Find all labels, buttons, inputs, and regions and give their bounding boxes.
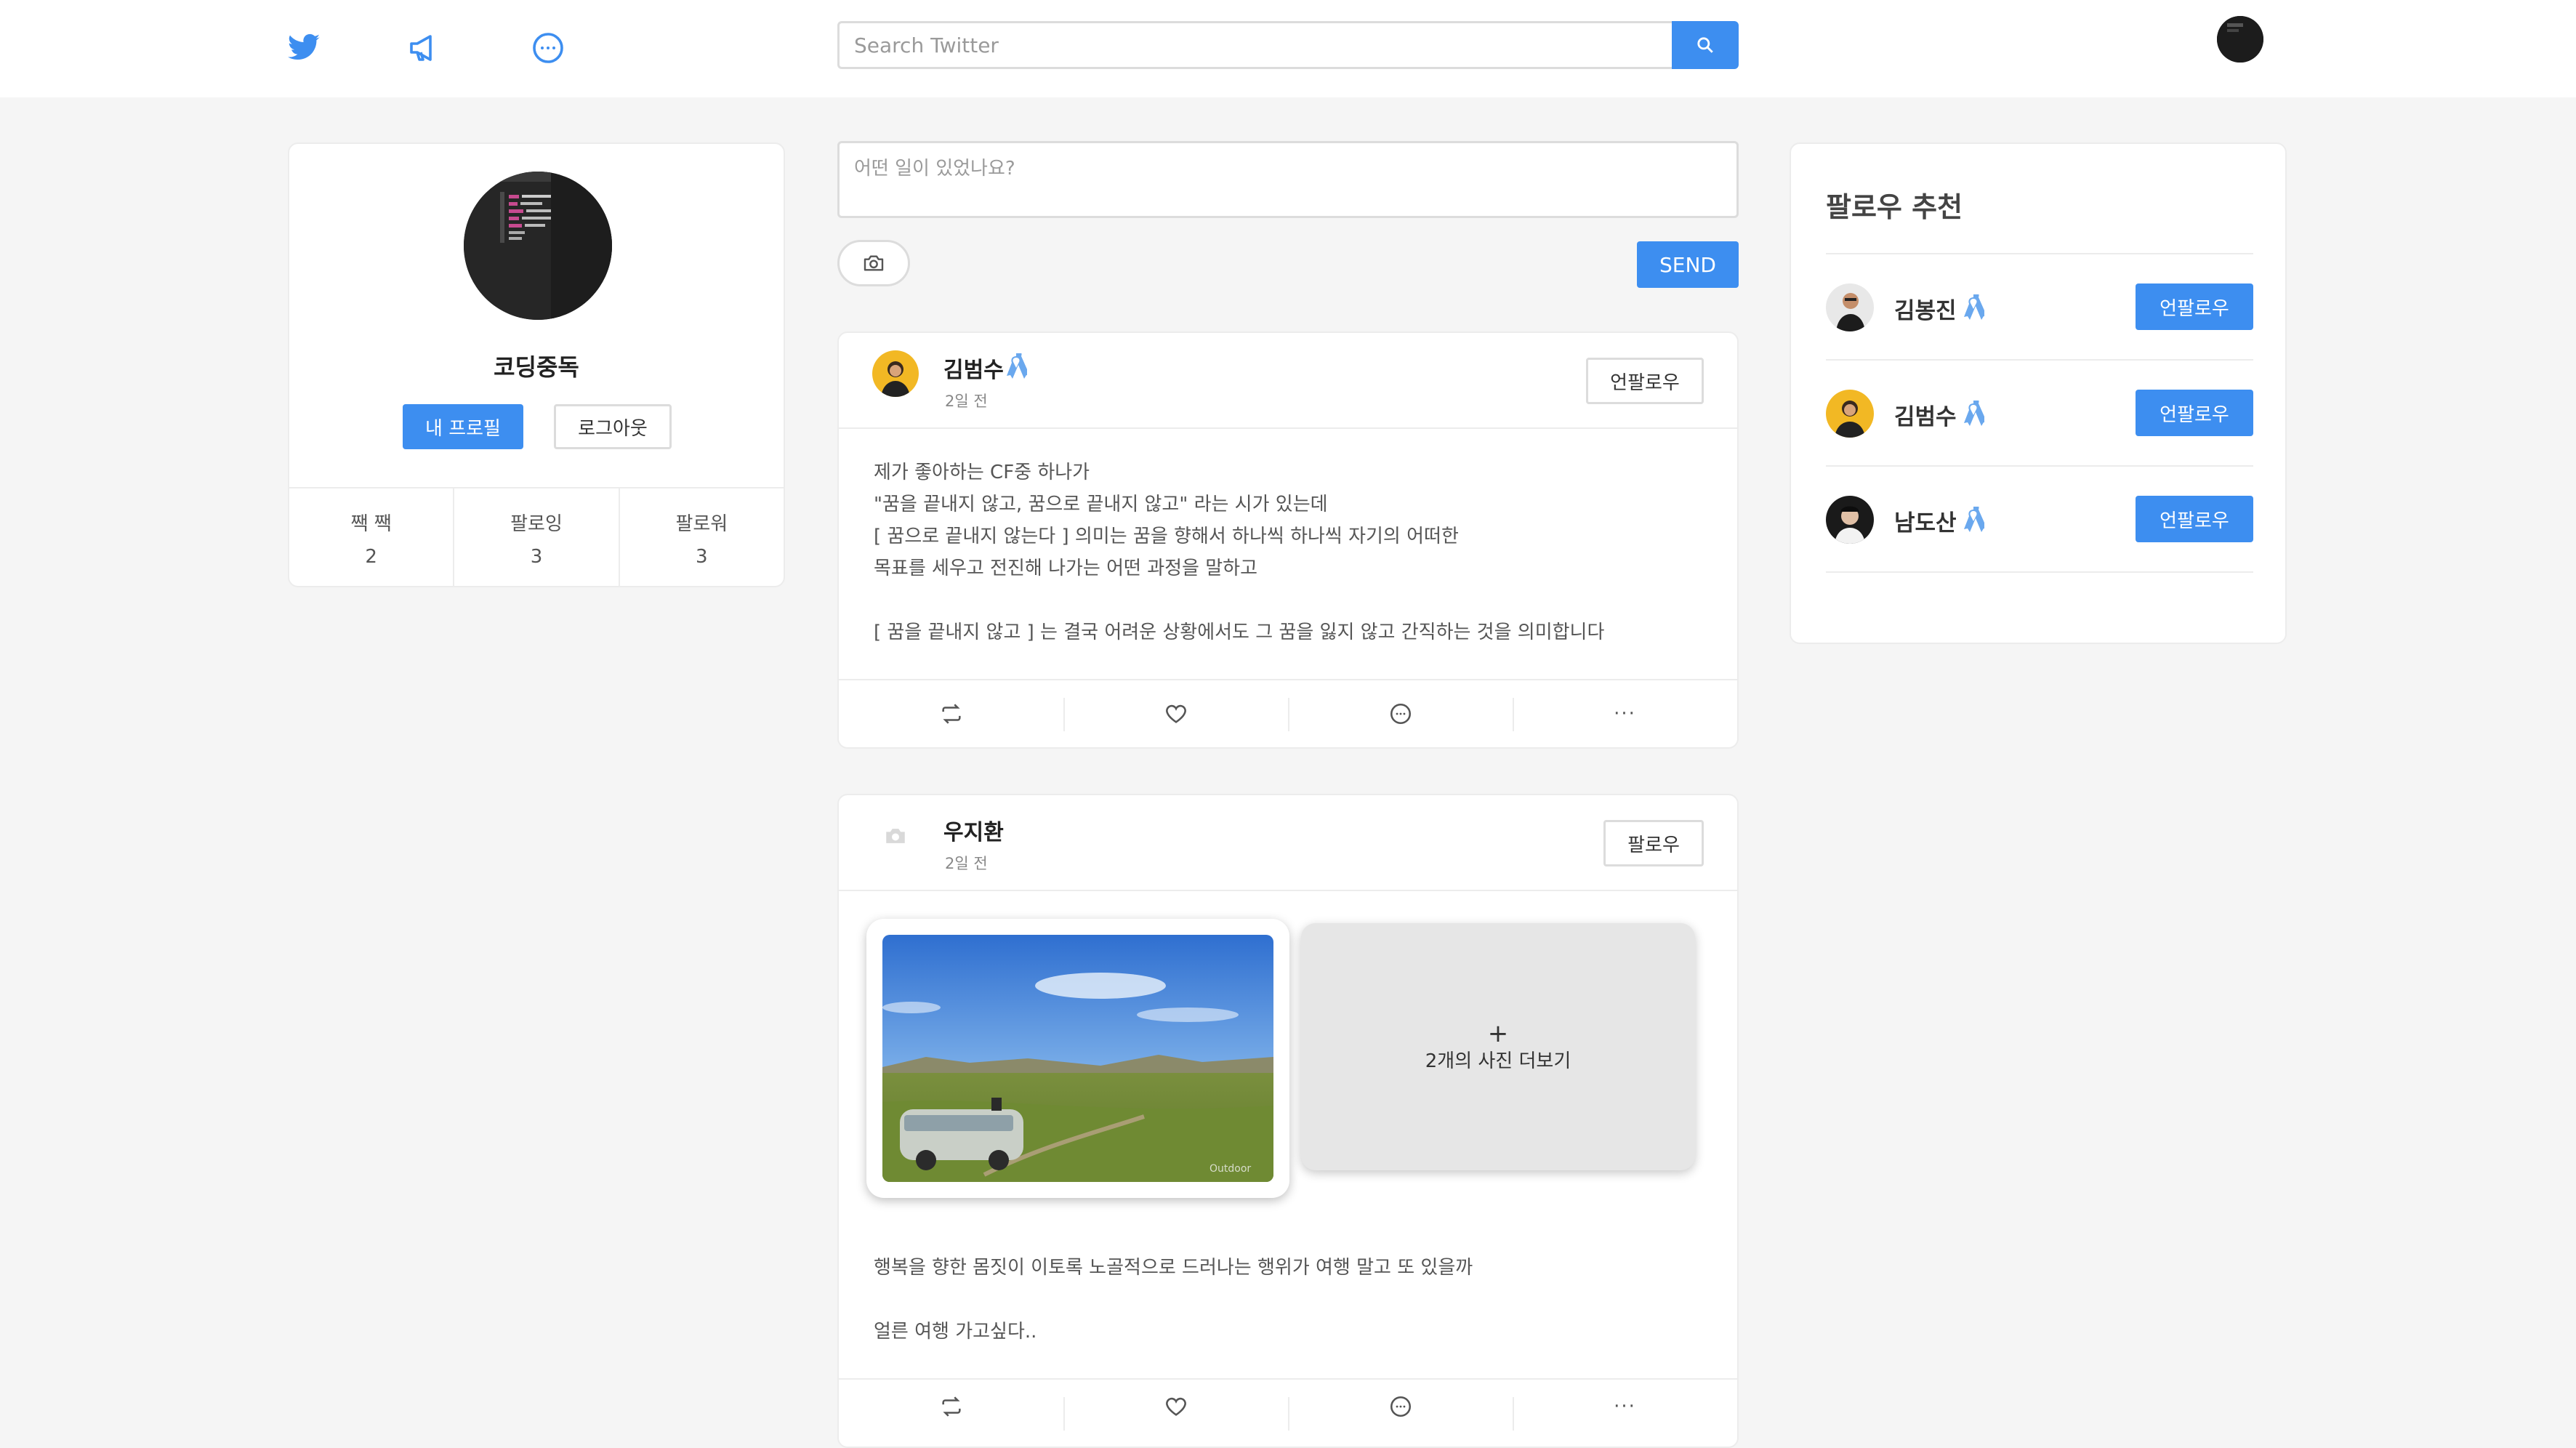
ribbon-icon xyxy=(1963,506,1984,532)
retweet-icon xyxy=(941,704,961,724)
more-photos-label: 2개의 사진 더보기 xyxy=(1425,1050,1571,1072)
like-button[interactable] xyxy=(1063,1380,1288,1433)
user-avatar[interactable] xyxy=(2217,16,2263,63)
stat-following[interactable]: 팔로잉 3 xyxy=(453,488,618,587)
camera-icon xyxy=(886,829,905,843)
suggestion-name[interactable]: 김범수 xyxy=(1894,398,1984,431)
unfollow-button[interactable]: 언팔로우 xyxy=(2136,496,2253,542)
post-actions: ··· xyxy=(839,679,1737,747)
suggestion-avatar[interactable] xyxy=(1826,496,1874,544)
search-bar xyxy=(837,21,1739,69)
search-input[interactable] xyxy=(837,21,1672,69)
more-button[interactable]: ··· xyxy=(1513,680,1737,747)
stat-value: 2 xyxy=(365,545,377,568)
logout-button[interactable]: 로그아웃 xyxy=(554,404,672,449)
search-button[interactable] xyxy=(1672,21,1739,69)
suggestion-name-text: 김봉진 xyxy=(1894,298,1957,324)
post-text: 행복을 향한 몸짓이 이토록 노골적으로 드러나는 행위가 여행 말고 또 있을… xyxy=(874,1257,1473,1343)
post-author-name: 김범수 xyxy=(943,358,1004,383)
suggestions-list: 김봉진 언팔로우 김범수 언팔로우 남도산 언팔로우 xyxy=(1826,253,2253,573)
send-button[interactable]: SEND xyxy=(1637,241,1739,288)
more-button[interactable]: ··· xyxy=(1513,1380,1737,1433)
post-author-avatar[interactable] xyxy=(872,813,919,859)
ribbon-icon xyxy=(1963,294,1984,320)
profile-avatar xyxy=(464,172,612,320)
post-author-avatar[interactable] xyxy=(872,350,919,397)
twitter-bird-icon[interactable] xyxy=(283,28,324,68)
post-photo-frame[interactable]: Outdoor xyxy=(866,919,1289,1198)
camera-upload-button[interactable] xyxy=(837,240,910,286)
more-icon: ··· xyxy=(1614,1396,1636,1417)
post-author[interactable]: 우지환 xyxy=(943,814,1004,846)
post-header: 우지환 2일 전 팔로우 xyxy=(839,795,1737,891)
unfollow-button[interactable]: 언팔로우 xyxy=(2136,390,2253,436)
more-icon: ··· xyxy=(1614,703,1636,725)
comment-button[interactable] xyxy=(1288,1380,1513,1433)
stat-tweets[interactable]: 짹 짹 2 xyxy=(289,488,453,587)
my-profile-button[interactable]: 내 프로필 xyxy=(403,404,523,449)
megaphone-icon[interactable] xyxy=(404,28,445,68)
stat-value: 3 xyxy=(530,545,543,568)
unfollow-button[interactable]: 언팔로우 xyxy=(1586,358,1704,404)
stat-value: 3 xyxy=(696,545,708,568)
suggestion-name-text: 남도산 xyxy=(1894,510,1957,536)
profile-stats: 짹 짹 2 팔로잉 3 팔로워 3 xyxy=(289,487,784,587)
suggestion-name-text: 김범수 xyxy=(1894,404,1957,430)
post-author-name: 우지환 xyxy=(943,820,1004,845)
suggestion-item: 김범수 언팔로우 xyxy=(1826,361,2253,467)
suggestion-avatar[interactable] xyxy=(1826,283,1874,331)
suggestion-item: 김봉진 언팔로우 xyxy=(1826,254,2253,361)
retweet-button[interactable] xyxy=(839,1380,1063,1433)
stat-label: 팔로잉 xyxy=(510,512,563,535)
post-actions: ··· xyxy=(839,1378,1737,1433)
comment-button[interactable] xyxy=(1288,680,1513,747)
profile-name: 코딩중독 xyxy=(494,353,579,381)
retweet-icon xyxy=(941,1396,961,1417)
profile-card: 코딩중독 내 프로필 로그아웃 짹 짹 2 팔로잉 3 팔로워 3 xyxy=(288,142,785,587)
camera-icon xyxy=(864,255,884,271)
comment-icon xyxy=(1390,703,1411,725)
heart-icon xyxy=(1165,704,1186,723)
post-card: 김범수 2일 전 언팔로우 제가 좋아하는 CF중 하나가 "꿈을 끝내지 않고… xyxy=(837,331,1739,749)
suggestion-avatar[interactable] xyxy=(1826,390,1874,438)
compose-textarea[interactable] xyxy=(837,141,1739,218)
top-navigation-bar xyxy=(0,0,2576,97)
suggestions-title: 팔로우 추천 xyxy=(1826,191,1963,223)
follow-suggestions-card: 팔로우 추천 김봉진 언팔로우 김범수 언팔로우 남도산 언팔로우 xyxy=(1790,142,2287,644)
post-header: 김범수 2일 전 언팔로우 xyxy=(839,333,1737,429)
more-photos-button[interactable]: + 2개의 사진 더보기 xyxy=(1301,923,1695,1170)
suggestion-item: 남도산 언팔로우 xyxy=(1826,467,2253,573)
post-author[interactable]: 김범수 xyxy=(943,352,1027,384)
ribbon-icon xyxy=(1006,353,1027,379)
heart-icon xyxy=(1165,1397,1186,1416)
photo-watermark: Outdoor xyxy=(1209,1163,1251,1175)
suggestion-name[interactable]: 남도산 xyxy=(1894,504,1984,537)
ribbon-icon xyxy=(1963,400,1984,426)
post-photo[interactable]: Outdoor xyxy=(882,935,1273,1182)
follow-button[interactable]: 팔로우 xyxy=(1603,820,1704,866)
post-text: 제가 좋아하는 CF중 하나가 "꿈을 끝내지 않고, 꿈으로 끝내지 않고" … xyxy=(874,462,1605,643)
search-icon xyxy=(1697,37,1713,53)
stat-followers[interactable]: 팔로워 3 xyxy=(618,488,784,587)
comment-icon xyxy=(1390,1396,1411,1417)
plus-icon: + xyxy=(1487,1018,1509,1048)
unfollow-button[interactable]: 언팔로우 xyxy=(2136,283,2253,330)
stat-label: 짹 짹 xyxy=(350,512,392,535)
post-timestamp: 2일 전 xyxy=(945,393,988,410)
chat-bubble-icon[interactable] xyxy=(528,28,568,68)
post-card: 우지환 2일 전 팔로우 Outdoor + 2개의 사진 더보기 행복을 향한… xyxy=(837,794,1739,1448)
stat-label: 팔로워 xyxy=(675,512,728,535)
suggestion-name[interactable]: 김봉진 xyxy=(1894,292,1984,325)
retweet-button[interactable] xyxy=(839,680,1063,747)
like-button[interactable] xyxy=(1063,680,1288,747)
post-timestamp: 2일 전 xyxy=(945,855,988,872)
